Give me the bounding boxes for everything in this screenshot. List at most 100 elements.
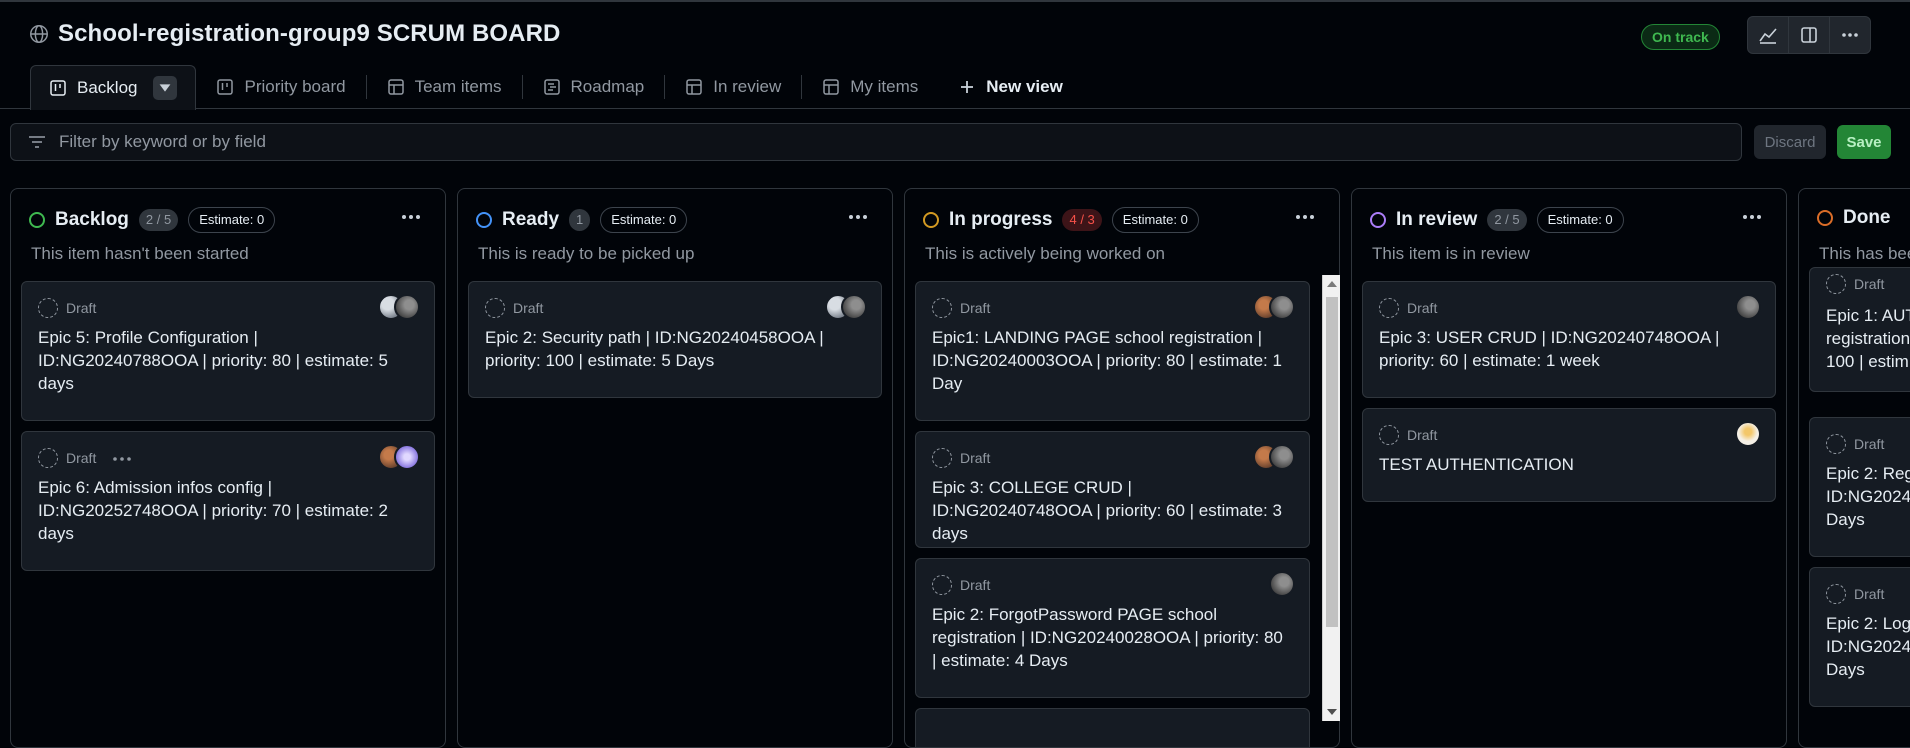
assignees[interactable] — [1253, 444, 1295, 470]
scroll-up-arrow-icon[interactable] — [1327, 281, 1337, 287]
table-icon — [686, 79, 702, 95]
card-status: Draft — [932, 448, 990, 468]
draft-icon — [1826, 434, 1846, 454]
card-title: Epic 2: ForgotPassword PAGE school regis… — [932, 605, 1283, 670]
card-menu-button[interactable] — [112, 450, 132, 466]
board-card[interactable]: Draft Epic 3: COLLEGE CRUD | ID:NG202407… — [915, 431, 1310, 548]
column-count-badge: 4 / 3 — [1062, 209, 1102, 231]
board-card[interactable]: Draft Epic 2: Reg ID:NG2024 Days — [1809, 417, 1910, 557]
new-view-button[interactable]: New view — [938, 65, 1083, 109]
column-estimate-badge: Estimate: 0 — [1536, 207, 1624, 233]
assignees[interactable] — [1735, 294, 1761, 320]
card-status: Draft — [38, 448, 132, 468]
board-card[interactable]: Draft Epic1: LANDING PAGE school registr… — [915, 281, 1310, 421]
card-title: Epic1: LANDING PAGE school registration … — [932, 328, 1282, 393]
card-status-label: Draft — [513, 300, 544, 316]
column-done: Done This has bee Draft Epic 1: AUT regi… — [1798, 188, 1910, 748]
draft-icon — [1826, 274, 1846, 294]
card-status: Draft — [932, 298, 990, 318]
column-header: Ready 1 Estimate: 0 — [476, 207, 688, 233]
card-title: Epic 6: Admission infos config | ID:NG20… — [38, 478, 388, 543]
card-status-label: Draft — [66, 450, 97, 466]
draft-icon — [1826, 584, 1846, 604]
board-card[interactable]: Draft Epic 2: Security path | ID:NG20240… — [468, 281, 882, 398]
assignees[interactable] — [1269, 571, 1295, 597]
tab-label: My items — [850, 77, 919, 96]
assignees[interactable] — [378, 294, 420, 320]
tab-team-items[interactable]: Team items — [367, 65, 522, 109]
card-title: TEST AUTHENTICATION — [1379, 455, 1574, 474]
insights-button[interactable] — [1747, 16, 1789, 54]
column-scrollbar[interactable] — [1322, 275, 1340, 721]
filter-icon — [29, 136, 45, 148]
tab-priority-board[interactable]: Priority board — [196, 65, 365, 109]
tab-in-review[interactable]: In review — [665, 65, 801, 109]
plus-icon — [961, 81, 974, 93]
card-title: Epic 3: COLLEGE CRUD | ID:NG20240748OOA … — [932, 478, 1282, 543]
side-panel-button[interactable] — [1788, 16, 1830, 54]
card-status: Draft — [1826, 274, 1884, 294]
board-card[interactable]: Draft Epic 1: AUT registration 100 | est… — [1809, 267, 1910, 392]
project-header: School-registration-group9 SCRUM BOARD O… — [0, 2, 1910, 110]
scrollbar-thumb[interactable] — [1326, 297, 1338, 627]
avatar — [394, 294, 420, 320]
assignees[interactable] — [378, 444, 420, 470]
avatar — [1269, 294, 1295, 320]
column-title: Backlog — [55, 209, 129, 230]
draft-icon — [932, 448, 952, 468]
save-button[interactable]: Save — [1837, 125, 1891, 159]
assignees[interactable] — [1253, 294, 1295, 320]
column-header: In review 2 / 5 Estimate: 0 — [1370, 207, 1624, 233]
table-icon — [823, 79, 840, 95]
board-card[interactable]: Draft Epic 5: Profile Configuration | ID… — [21, 281, 435, 421]
filter-placeholder: Filter by keyword or by field — [59, 132, 266, 151]
board-icon — [217, 79, 234, 95]
avatar — [1735, 421, 1761, 447]
avatar — [1269, 444, 1295, 470]
column-description: This item is in review — [1372, 244, 1530, 263]
board-icon — [50, 80, 66, 96]
column-description: This is ready to be picked up — [478, 244, 695, 263]
draft-icon — [38, 448, 58, 468]
more-options-icon — [1842, 33, 1858, 37]
board-card-partial[interactable] — [915, 708, 1310, 747]
draft-icon — [1379, 425, 1399, 445]
assignees[interactable] — [1735, 421, 1761, 447]
board-card[interactable]: Draft Epic 6: Admission infos config | I… — [21, 431, 435, 571]
more-options-button[interactable] — [1829, 16, 1871, 54]
card-status-label: Draft — [66, 300, 97, 316]
table-icon — [387, 79, 404, 95]
draft-icon — [932, 298, 952, 318]
card-status-label: Draft — [1407, 300, 1438, 316]
card-title: Epic 1: AUT registration 100 | estim — [1826, 306, 1910, 371]
title-row: School-registration-group9 SCRUM BOARD — [28, 20, 560, 48]
column-menu-button[interactable] — [1293, 207, 1317, 232]
tab-my-items[interactable]: My items — [802, 65, 938, 109]
board-card[interactable]: Draft TEST AUTHENTICATION — [1362, 408, 1776, 502]
tab-options-button[interactable] — [153, 76, 178, 100]
discard-button[interactable]: Discard — [1754, 125, 1826, 159]
scroll-down-arrow-icon[interactable] — [1327, 709, 1337, 715]
column-menu-button[interactable] — [1740, 207, 1764, 232]
column-title: In review — [1396, 209, 1478, 230]
more-options-icon — [849, 215, 867, 219]
column-estimate-badge: Estimate: 0 — [188, 207, 276, 233]
board-card[interactable]: Draft Epic 3: USER CRUD | ID:NG20240748O… — [1362, 281, 1776, 398]
card-title: Epic 5: Profile Configuration | ID:NG202… — [38, 328, 388, 393]
avatar — [841, 294, 867, 320]
tab-roadmap[interactable]: Roadmap — [523, 65, 665, 109]
board-card[interactable]: Draft Epic 2: ForgotPassword PAGE school… — [915, 558, 1310, 698]
card-status: Draft — [932, 575, 990, 595]
card-title: Epic 3: USER CRUD | ID:NG20240748OOA | p… — [1379, 328, 1720, 370]
column-menu-button[interactable] — [846, 207, 870, 232]
column-menu-button[interactable] — [399, 207, 423, 232]
assignees[interactable] — [825, 294, 867, 320]
column-title: Ready — [502, 209, 560, 230]
status-badge[interactable]: On track — [1641, 24, 1720, 50]
board-card[interactable]: Draft Epic 2: Log ID:NG2024 Days — [1809, 567, 1910, 707]
tab-backlog[interactable]: Backlog — [30, 65, 197, 110]
filter-input[interactable]: Filter by keyword or by field — [10, 123, 1742, 161]
card-status-label: Draft — [960, 450, 991, 466]
view-tabs: Backlog Priority board Team items Roadma… — [30, 65, 1083, 110]
column-header: Backlog 2 / 5 Estimate: 0 — [29, 207, 276, 233]
